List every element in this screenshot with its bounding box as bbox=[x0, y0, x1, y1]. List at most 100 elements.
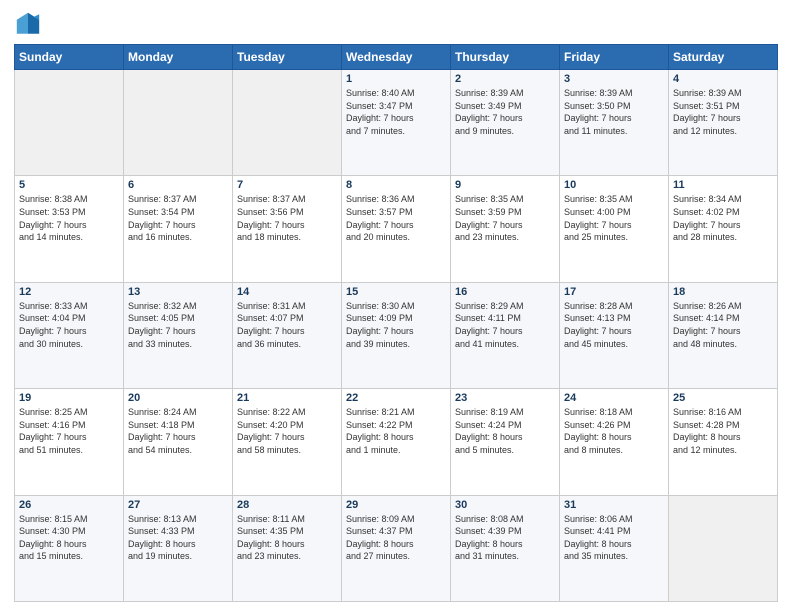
day-cell: 11Sunrise: 8:34 AM Sunset: 4:02 PM Dayli… bbox=[669, 176, 778, 282]
calendar-table: SundayMondayTuesdayWednesdayThursdayFrid… bbox=[14, 44, 778, 602]
day-content: Sunrise: 8:26 AM Sunset: 4:14 PM Dayligh… bbox=[673, 300, 773, 350]
day-number: 16 bbox=[455, 286, 555, 298]
day-cell: 12 Sunrise: 8:33 AM Sunset: 4:04 PM Dayli… bbox=[15, 282, 124, 388]
header bbox=[14, 10, 778, 38]
weekday-header-tuesday: Tuesday bbox=[233, 45, 342, 70]
week-row-2: 5 Sunrise: 8:38 AM Sunset: 3:53 PM Daylig… bbox=[15, 176, 778, 282]
day-cell: 14 Sunrise: 8:31 AM Sunset: 4:07 PM Dayli… bbox=[233, 282, 342, 388]
day-number: 14 bbox=[237, 286, 337, 298]
day-cell: 24 Sunrise: 8:18 AM Sunset: 4:26 PM Dayli… bbox=[560, 389, 669, 495]
day-cell: 6 Sunrise: 8:37 AM Sunset: 3:54 PM Daylig… bbox=[124, 176, 233, 282]
day-number: 13 bbox=[128, 286, 228, 298]
day-cell: 25Sunrise: 8:16 AM Sunset: 4:28 PM Dayli… bbox=[669, 389, 778, 495]
day-cell: 4 Sunrise: 8:39 AM Sunset: 3:51 PM Daylig… bbox=[669, 70, 778, 176]
day-number: 30 bbox=[455, 499, 555, 511]
day-content: Sunrise: 8:35 AM Sunset: 4:00 PM Dayligh… bbox=[564, 193, 664, 243]
week-row-1: 1 Sunrise: 8:40 AM Sunset: 3:47 PM Daylig… bbox=[15, 70, 778, 176]
weekday-header-sunday: Sunday bbox=[15, 45, 124, 70]
day-cell: 31 Sunrise: 8:06 AM Sunset: 4:41 PM Dayli… bbox=[560, 495, 669, 601]
day-content: Sunrise: 8:25 AM Sunset: 4:16 PM Dayligh… bbox=[19, 406, 119, 456]
day-cell: 27 Sunrise: 8:13 AM Sunset: 4:33 PM Dayli… bbox=[124, 495, 233, 601]
day-number: 31 bbox=[564, 499, 664, 511]
day-content: Sunrise: 8:30 AM Sunset: 4:09 PM Dayligh… bbox=[346, 300, 446, 350]
day-content: Sunrise: 8:13 AM Sunset: 4:33 PM Dayligh… bbox=[128, 513, 228, 563]
week-row-3: 12 Sunrise: 8:33 AM Sunset: 4:04 PM Dayli… bbox=[15, 282, 778, 388]
page: SundayMondayTuesdayWednesdayThursdayFrid… bbox=[0, 0, 792, 612]
day-cell: 30Sunrise: 8:08 AM Sunset: 4:39 PM Dayli… bbox=[451, 495, 560, 601]
day-content: Sunrise: 8:37 AM Sunset: 3:56 PM Dayligh… bbox=[237, 193, 337, 243]
day-cell: 20 Sunrise: 8:24 AM Sunset: 4:18 PM Dayli… bbox=[124, 389, 233, 495]
day-number: 27 bbox=[128, 499, 228, 511]
day-cell: 1 Sunrise: 8:40 AM Sunset: 3:47 PM Daylig… bbox=[342, 70, 451, 176]
day-number: 20 bbox=[128, 392, 228, 404]
week-row-4: 19 Sunrise: 8:25 AM Sunset: 4:16 PM Dayli… bbox=[15, 389, 778, 495]
day-content: Sunrise: 8:39 AM Sunset: 3:51 PM Dayligh… bbox=[673, 87, 773, 137]
day-cell: 5 Sunrise: 8:38 AM Sunset: 3:53 PM Daylig… bbox=[15, 176, 124, 282]
day-number: 11 bbox=[673, 179, 773, 191]
weekday-header-wednesday: Wednesday bbox=[342, 45, 451, 70]
day-number: 18 bbox=[673, 286, 773, 298]
day-content: Sunrise: 8:40 AM Sunset: 3:47 PM Dayligh… bbox=[346, 87, 446, 137]
day-cell: 18 Sunrise: 8:26 AM Sunset: 4:14 PM Dayli… bbox=[669, 282, 778, 388]
day-cell: 22Sunrise: 8:21 AM Sunset: 4:22 PM Dayli… bbox=[342, 389, 451, 495]
day-cell: 26 Sunrise: 8:15 AM Sunset: 4:30 PM Dayli… bbox=[15, 495, 124, 601]
day-cell: 9 Sunrise: 8:35 AM Sunset: 3:59 PM Daylig… bbox=[451, 176, 560, 282]
logo-icon bbox=[14, 10, 42, 38]
day-number: 28 bbox=[237, 499, 337, 511]
day-number: 10 bbox=[564, 179, 664, 191]
day-content: Sunrise: 8:39 AM Sunset: 3:49 PM Dayligh… bbox=[455, 87, 555, 137]
day-number: 9 bbox=[455, 179, 555, 191]
day-content: Sunrise: 8:24 AM Sunset: 4:18 PM Dayligh… bbox=[128, 406, 228, 456]
day-cell: 8 Sunrise: 8:36 AM Sunset: 3:57 PM Daylig… bbox=[342, 176, 451, 282]
day-number: 26 bbox=[19, 499, 119, 511]
day-cell: 10 Sunrise: 8:35 AM Sunset: 4:00 PM Dayli… bbox=[560, 176, 669, 282]
day-number: 7 bbox=[237, 179, 337, 191]
logo bbox=[14, 10, 46, 38]
day-number: 6 bbox=[128, 179, 228, 191]
day-number: 19 bbox=[19, 392, 119, 404]
weekday-header-friday: Friday bbox=[560, 45, 669, 70]
day-content: Sunrise: 8:19 AM Sunset: 4:24 PM Dayligh… bbox=[455, 406, 555, 456]
weekday-header-thursday: Thursday bbox=[451, 45, 560, 70]
day-cell: 7 Sunrise: 8:37 AM Sunset: 3:56 PM Daylig… bbox=[233, 176, 342, 282]
day-cell: 16Sunrise: 8:29 AM Sunset: 4:11 PM Dayli… bbox=[451, 282, 560, 388]
week-row-5: 26 Sunrise: 8:15 AM Sunset: 4:30 PM Dayli… bbox=[15, 495, 778, 601]
day-number: 29 bbox=[346, 499, 446, 511]
day-cell: 19 Sunrise: 8:25 AM Sunset: 4:16 PM Dayli… bbox=[15, 389, 124, 495]
day-cell: 21 Sunrise: 8:22 AM Sunset: 4:20 PM Dayli… bbox=[233, 389, 342, 495]
day-number: 8 bbox=[346, 179, 446, 191]
day-cell: 17Sunrise: 8:28 AM Sunset: 4:13 PM Dayli… bbox=[560, 282, 669, 388]
weekday-header-monday: Monday bbox=[124, 45, 233, 70]
day-cell: 15 Sunrise: 8:30 AM Sunset: 4:09 PM Dayli… bbox=[342, 282, 451, 388]
day-content: Sunrise: 8:31 AM Sunset: 4:07 PM Dayligh… bbox=[237, 300, 337, 350]
day-content: Sunrise: 8:15 AM Sunset: 4:30 PM Dayligh… bbox=[19, 513, 119, 563]
day-cell bbox=[124, 70, 233, 176]
day-cell: 23 Sunrise: 8:19 AM Sunset: 4:24 PM Dayli… bbox=[451, 389, 560, 495]
day-content: Sunrise: 8:37 AM Sunset: 3:54 PM Dayligh… bbox=[128, 193, 228, 243]
day-content: Sunrise: 8:18 AM Sunset: 4:26 PM Dayligh… bbox=[564, 406, 664, 456]
day-cell: 2Sunrise: 8:39 AM Sunset: 3:49 PM Daylig… bbox=[451, 70, 560, 176]
day-number: 12 bbox=[19, 286, 119, 298]
day-cell: 3 Sunrise: 8:39 AM Sunset: 3:50 PM Daylig… bbox=[560, 70, 669, 176]
day-number: 4 bbox=[673, 73, 773, 85]
day-content: Sunrise: 8:38 AM Sunset: 3:53 PM Dayligh… bbox=[19, 193, 119, 243]
day-cell: 29 Sunrise: 8:09 AM Sunset: 4:37 PM Dayli… bbox=[342, 495, 451, 601]
day-number: 24 bbox=[564, 392, 664, 404]
day-content: Sunrise: 8:33 AM Sunset: 4:04 PM Dayligh… bbox=[19, 300, 119, 350]
day-content: Sunrise: 8:21 AM Sunset: 4:22 PM Dayligh… bbox=[346, 406, 446, 456]
day-content: Sunrise: 8:16 AM Sunset: 4:28 PM Dayligh… bbox=[673, 406, 773, 456]
day-number: 17 bbox=[564, 286, 664, 298]
day-number: 3 bbox=[564, 73, 664, 85]
day-content: Sunrise: 8:22 AM Sunset: 4:20 PM Dayligh… bbox=[237, 406, 337, 456]
day-number: 5 bbox=[19, 179, 119, 191]
day-content: Sunrise: 8:06 AM Sunset: 4:41 PM Dayligh… bbox=[564, 513, 664, 563]
day-number: 15 bbox=[346, 286, 446, 298]
day-content: Sunrise: 8:39 AM Sunset: 3:50 PM Dayligh… bbox=[564, 87, 664, 137]
day-content: Sunrise: 8:35 AM Sunset: 3:59 PM Dayligh… bbox=[455, 193, 555, 243]
day-number: 21 bbox=[237, 392, 337, 404]
day-cell: 28Sunrise: 8:11 AM Sunset: 4:35 PM Dayli… bbox=[233, 495, 342, 601]
day-number: 23 bbox=[455, 392, 555, 404]
day-content: Sunrise: 8:09 AM Sunset: 4:37 PM Dayligh… bbox=[346, 513, 446, 563]
day-number: 1 bbox=[346, 73, 446, 85]
day-content: Sunrise: 8:36 AM Sunset: 3:57 PM Dayligh… bbox=[346, 193, 446, 243]
